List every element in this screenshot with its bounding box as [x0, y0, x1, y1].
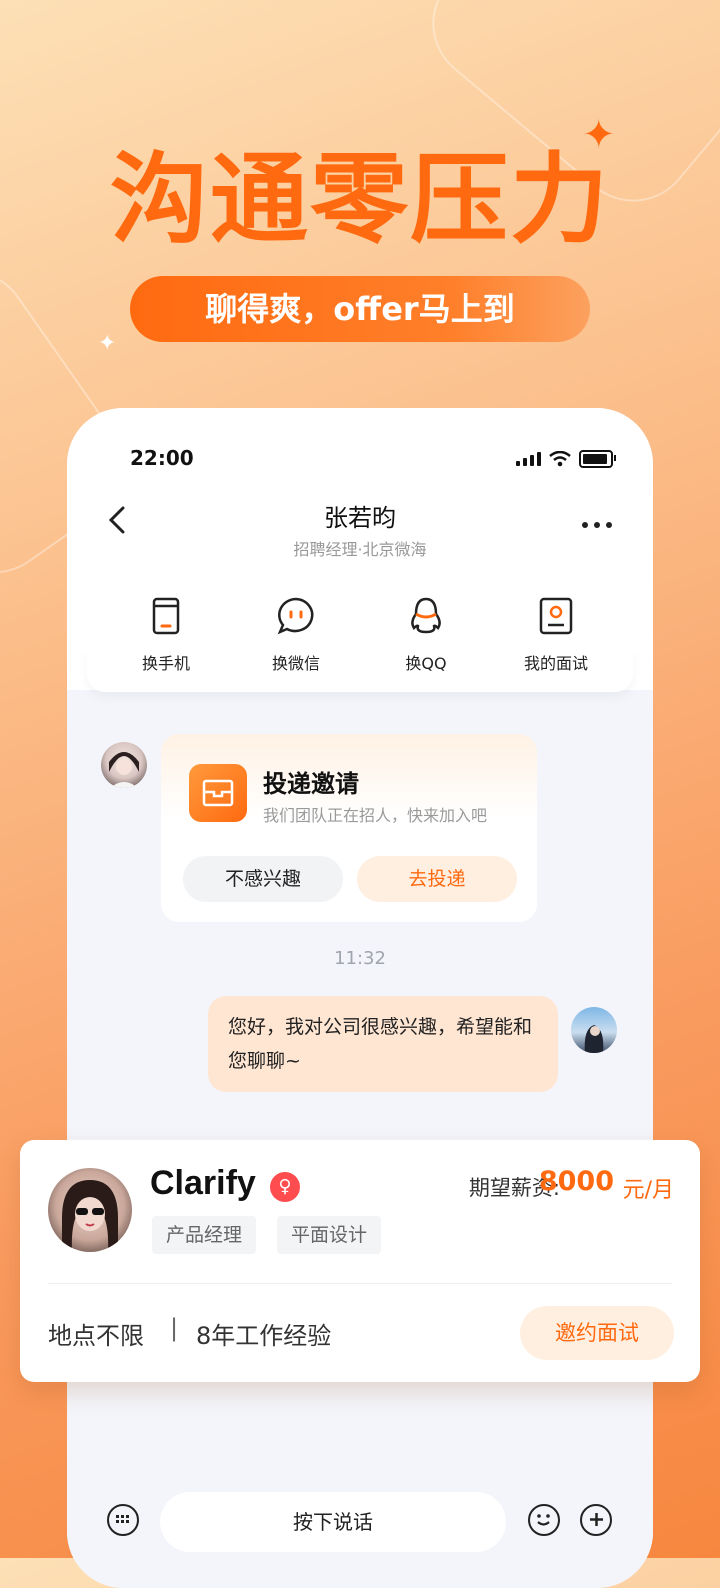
candidate-tag: 产品经理 — [152, 1216, 257, 1254]
message-bubble: 您好，我对公司很感兴趣，希望能和您聊聊~ — [208, 996, 558, 1092]
candidate-card[interactable]: Clarify ♀ 产品经理 平面设计 期望薪资: 8000 元/月 地点不限 … — [20, 1140, 700, 1382]
promo-headline: 沟通零压力 — [109, 143, 610, 257]
salary-unit: 元/月 — [622, 1178, 674, 1203]
invite-subtitle: 我们团队正在招人，快来加入吧 — [263, 806, 488, 825]
contact-subtitle: 招聘经理·北京微海 — [293, 540, 427, 559]
divider — [48, 1283, 672, 1284]
quick-action-swap-phone[interactable]: 换手机 — [101, 596, 231, 674]
promo-tagline: 聊得爽，offer马上到 — [130, 276, 590, 342]
candidate-tag: 平面设计 — [277, 1216, 382, 1254]
emoji-icon[interactable] — [528, 1504, 560, 1536]
plus-icon[interactable] — [580, 1504, 612, 1536]
apply-button[interactable]: 去投递 — [357, 856, 517, 902]
recruiter-avatar[interactable] — [101, 742, 147, 788]
message-text: 您好，我对公司很感兴趣，希望能和您聊聊~ — [228, 1016, 533, 1072]
wechat-icon — [277, 597, 314, 635]
sparkle-icon: ✦ — [98, 331, 117, 356]
hold-to-talk-button[interactable]: 按下说话 — [160, 1492, 506, 1552]
invite-interview-button[interactable]: 邀约面试 — [520, 1306, 674, 1360]
message-timestamp: 11:32 — [334, 948, 386, 969]
phone-icon — [152, 597, 180, 635]
keyboard-icon[interactable] — [107, 1504, 139, 1536]
salary-value: 8000 — [538, 1166, 614, 1197]
status-icons — [516, 450, 616, 468]
interview-icon — [539, 597, 573, 635]
quick-action-swap-wechat[interactable]: 换微信 — [231, 596, 361, 674]
candidate-location: 地点不限 — [48, 1322, 144, 1350]
invite-title: 投递邀请 — [263, 770, 359, 798]
quick-action-label: 换手机 — [141, 654, 190, 673]
qq-icon — [411, 597, 441, 634]
decline-button[interactable]: 不感兴趣 — [183, 856, 343, 902]
signal-icon — [516, 452, 541, 466]
user-avatar[interactable] — [571, 1007, 617, 1053]
status-time: 22:00 — [130, 446, 194, 470]
phone-mockup: 22:00 张若昀 招聘经理·北京微海 换手机 换微信 换QQ 我的面试 投递邀… — [67, 408, 653, 1588]
candidate-name: Clarify — [150, 1164, 256, 1202]
quick-action-label: 换QQ — [405, 654, 447, 673]
input-bar: 按下说话 — [67, 1478, 653, 1588]
quick-action-swap-qq[interactable]: 换QQ — [361, 596, 491, 674]
invite-card[interactable]: 投递邀请 我们团队正在招人，快来加入吧 不感兴趣 去投递 — [161, 734, 537, 922]
quick-action-label: 我的面试 — [523, 654, 588, 673]
envelope-icon — [189, 764, 247, 822]
more-button[interactable] — [581, 504, 613, 537]
more-dots-icon — [582, 522, 612, 528]
wifi-icon — [549, 451, 571, 467]
contact-name: 张若昀 — [324, 504, 396, 532]
quick-action-label: 换微信 — [271, 654, 320, 673]
candidate-avatar[interactable] — [48, 1168, 132, 1252]
battery-icon — [579, 450, 616, 468]
separator: | — [170, 1314, 179, 1342]
candidate-experience: 8年工作经验 — [196, 1322, 332, 1350]
female-icon: ♀ — [270, 1172, 300, 1202]
quick-action-my-interview[interactable]: 我的面试 — [491, 596, 621, 674]
